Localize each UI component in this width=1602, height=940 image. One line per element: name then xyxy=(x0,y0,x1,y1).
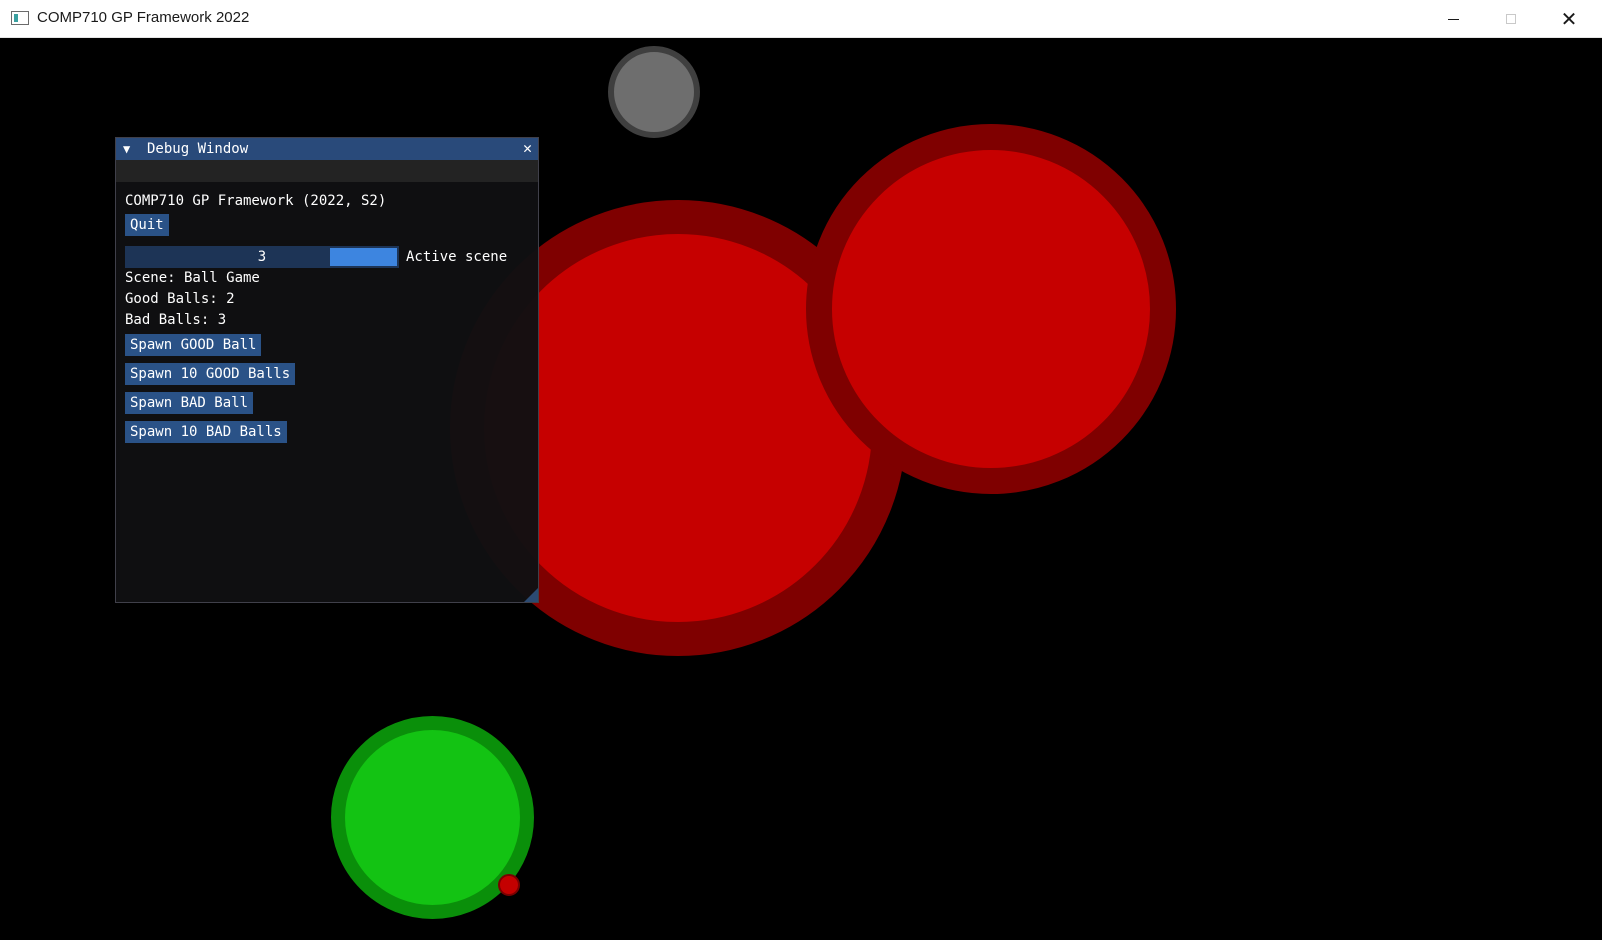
bad-ball xyxy=(806,124,1176,494)
debug-window-titlebar[interactable]: ▼ Debug Window ✕ xyxy=(116,138,538,160)
good-balls-count: Good Balls: 2 xyxy=(125,291,235,307)
slider-value: 3 xyxy=(257,249,267,265)
spawn-bad-ball-button[interactable]: Spawn BAD Ball xyxy=(125,392,254,414)
collapse-triangle-icon[interactable]: ▼ xyxy=(123,141,130,157)
bad-balls-count: Bad Balls: 3 xyxy=(125,312,227,328)
neutral-ball xyxy=(608,46,700,138)
spawn-good-ball-button[interactable]: Spawn GOOD Ball xyxy=(125,334,262,356)
debug-window[interactable]: ▼ Debug Window ✕ COMP710 GP Framework (2… xyxy=(115,137,539,603)
resize-grip[interactable] xyxy=(524,588,538,602)
framework-heading: COMP710 GP Framework (2022, S2) xyxy=(125,193,387,209)
window-titlebar: COMP710 GP Framework 2022 ✕ xyxy=(0,0,1602,38)
bad-ball xyxy=(498,874,520,896)
close-icon: ✕ xyxy=(1560,7,1578,31)
spawn-10-bad-balls-button[interactable]: Spawn 10 BAD Balls xyxy=(125,421,287,443)
active-scene-slider[interactable]: 3 xyxy=(125,246,399,268)
scene-name-text: Scene: Ball Game xyxy=(125,270,260,286)
spawn-10-good-balls-button[interactable]: Spawn 10 GOOD Balls xyxy=(125,363,296,385)
debug-close-icon[interactable]: ✕ xyxy=(523,139,532,157)
game-canvas[interactable]: ▼ Debug Window ✕ COMP710 GP Framework (2… xyxy=(0,38,1602,940)
app-window: COMP710 GP Framework 2022 ✕ ▼ Debug Wind… xyxy=(0,0,1602,940)
debug-window-title: Debug Window xyxy=(147,141,249,157)
quit-button[interactable]: Quit xyxy=(125,214,169,236)
window-title: COMP710 GP Framework 2022 xyxy=(37,9,250,26)
app-icon xyxy=(11,11,29,25)
maximize-icon xyxy=(1506,14,1516,24)
maximize-button[interactable] xyxy=(1482,0,1540,38)
close-button[interactable]: ✕ xyxy=(1540,0,1598,38)
minimize-icon xyxy=(1447,18,1459,20)
minimize-button[interactable] xyxy=(1424,0,1482,38)
debug-menu-strip xyxy=(116,160,538,182)
active-scene-label: Active scene xyxy=(406,249,508,265)
